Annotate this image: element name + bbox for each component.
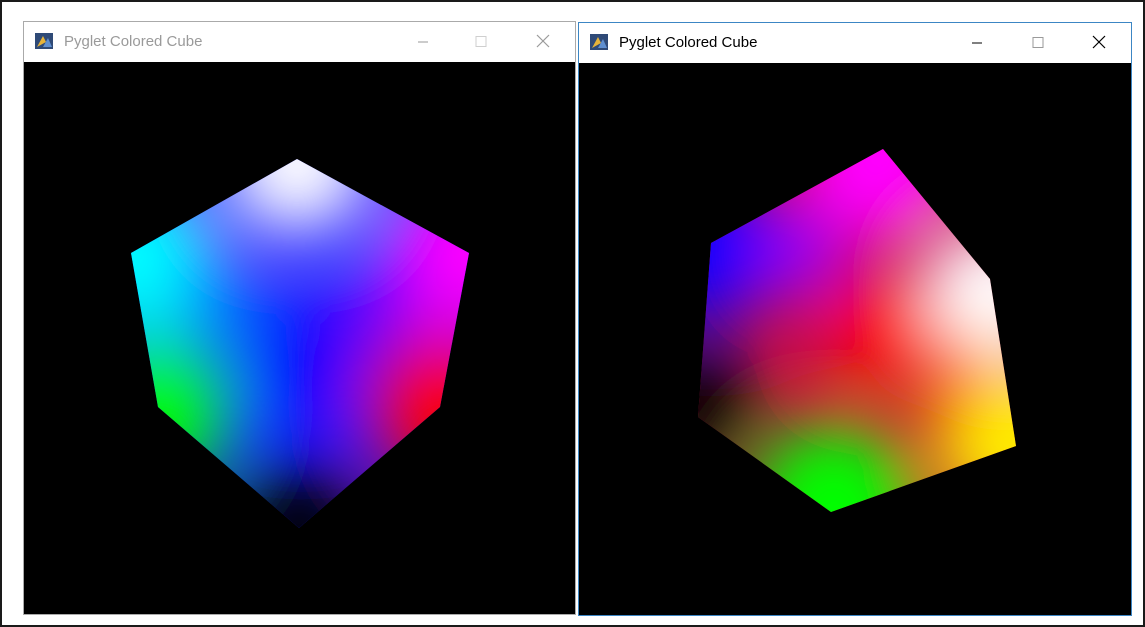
- maximize-icon[interactable]: [458, 22, 504, 62]
- cube-window-right[interactable]: Pyglet Colored Cube: [578, 22, 1132, 616]
- window-title: Pyglet Colored Cube: [619, 34, 758, 51]
- minimize-icon[interactable]: [400, 22, 446, 62]
- pyglet-app-icon: [35, 33, 53, 49]
- colored-cube: [698, 149, 1016, 512]
- close-icon[interactable]: [520, 22, 566, 62]
- colored-cube: [131, 159, 469, 528]
- window-title: Pyglet Colored Cube: [64, 33, 203, 50]
- minimize-icon[interactable]: [954, 23, 1000, 63]
- cube-faces: [698, 149, 1016, 512]
- pyglet-app-icon: [590, 34, 608, 50]
- title-bar[interactable]: Pyglet Colored Cube: [579, 23, 1131, 63]
- render-canvas[interactable]: [24, 62, 575, 614]
- render-canvas[interactable]: [579, 63, 1131, 615]
- maximize-icon[interactable]: [1015, 23, 1061, 63]
- close-icon[interactable]: [1076, 23, 1122, 63]
- title-bar[interactable]: Pyglet Colored Cube: [24, 22, 575, 62]
- cube-faces: [131, 159, 469, 528]
- cube-window-left[interactable]: Pyglet Colored Cube: [23, 21, 576, 615]
